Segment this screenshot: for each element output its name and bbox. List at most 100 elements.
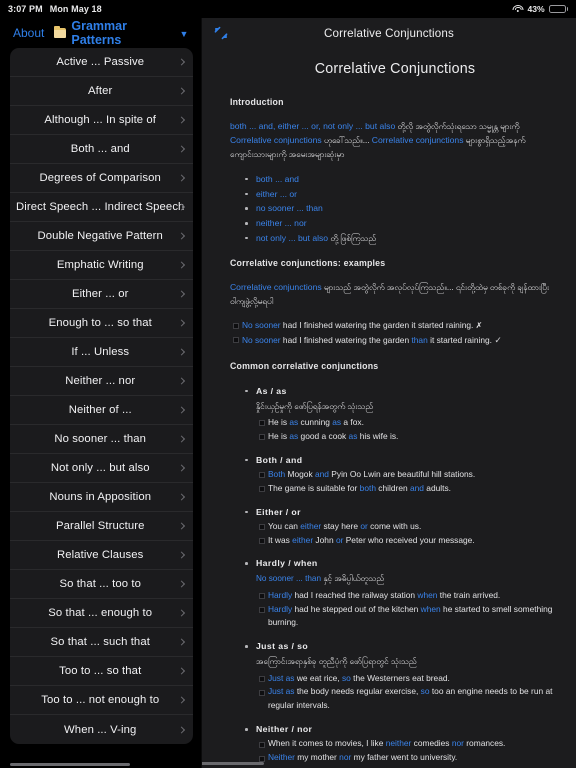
example-text: it started raining. (427, 334, 495, 345)
example-keyword: No sooner (241, 319, 281, 330)
intro-mm-b: ဟုခေါ်သည်။... (321, 135, 372, 145)
conjunction-group-note-keyword: No sooner ... than (255, 574, 322, 584)
conjunction-example-list: Both Mogok and Pyin Oo Lwin are beautifu… (256, 468, 560, 496)
introduction-heading: Introduction (229, 97, 284, 107)
sidebar-item-label: When ... V-ing (64, 723, 137, 736)
conjunction-group: Hardly / when No sooner ... than နှင့် အဓ… (244, 556, 560, 631)
collection-title-button[interactable]: Grammar Patterns ▼ (54, 19, 188, 47)
sidebar-item-label: Neither ... nor (65, 375, 136, 387)
sidebar-item-parallel-structure[interactable]: Parallel Structure (10, 512, 194, 541)
example-text: had I finished watering the garden (280, 334, 412, 345)
example-keyword: Both (267, 468, 286, 479)
conjunction-example-list: Hardly had I reached the railway station… (256, 589, 560, 631)
sidebar-item-label: Double Negative Pattern (37, 230, 163, 242)
battery-percent-label: 43% (527, 4, 545, 14)
introduction-paragraph: both ... and, either ... or, not only ..… (230, 120, 560, 162)
sidebar-item-enough-to-so-that[interactable]: Enough to ... so that (10, 309, 194, 338)
conjunction-group-title: Both / and (255, 454, 303, 465)
examples-blue: Correlative conjunctions (229, 282, 322, 292)
example-keyword: nor (339, 752, 352, 763)
sidebar-item-label: Emphatic Writing (56, 259, 144, 271)
conjunction-group-title: Neither / nor (255, 724, 313, 735)
sidebar-item-degrees-of-comparison[interactable]: Degrees of Comparison (10, 164, 194, 193)
chevron-down-icon: ▼ (179, 28, 189, 39)
example-text: Mogok (285, 468, 315, 479)
example-text: The game is suitable for (267, 482, 360, 493)
sidebar-item-label: Although ... In spite of (44, 114, 157, 126)
conjunction-example: Just as we eat rice, so the Westerners e… (258, 672, 560, 686)
example-keyword: and (409, 482, 424, 493)
sidebar-item-when-v-ing[interactable]: When ... V-ing (10, 715, 193, 744)
sidebar-item-either-or[interactable]: Either ... or (10, 280, 194, 309)
sidebar-horizontal-scrollbar[interactable] (10, 763, 130, 766)
document-scroll-area[interactable]: Correlative Conjunctions Introduction bo… (201, 48, 576, 768)
sidebar-item-not-only-but-also[interactable]: Not only ... but also (10, 454, 194, 483)
conjunction-example: The game is suitable for both children a… (258, 482, 560, 496)
intro-blue-c: Correlative conjunctions (371, 134, 464, 145)
sidebar-item-double-negative-pattern[interactable]: Double Negative Pattern (10, 222, 194, 251)
example-keyword: and (314, 468, 329, 479)
incorrect-mark-icon: ✗ (475, 320, 483, 330)
sidebar-item-label: Both ... and (70, 143, 130, 155)
sidebar-item-direct-speech-indirect-speech[interactable]: Direct Speech ... Indirect Speech (10, 193, 194, 222)
sidebar-item-label: Degrees of Comparison (39, 172, 161, 184)
conjunction-group-title: Either / or (255, 506, 301, 517)
content-pane: Correlative Conjunctions Correlative Con… (201, 18, 576, 768)
example-text: Pyin Oo Lwin are beautiful hill stations… (328, 468, 476, 479)
intro-bullet-item: either ... or (244, 187, 560, 202)
example-keyword: Hardly (267, 589, 293, 600)
content-nav-title: Correlative Conjunctions (324, 26, 454, 40)
sidebar-item-active-passive[interactable]: Active ... Passive (10, 48, 194, 77)
example-sentence: No sooner had I finished watering the ga… (232, 333, 560, 348)
conjunction-group-note-text: နှင့် အဓိပ္ပါယ်တူသည် (321, 574, 385, 584)
conjunction-example: Hardly had I reached the railway station… (258, 589, 560, 603)
collection-title-label: Grammar Patterns (71, 19, 127, 47)
intro-bullet-label: either ... or (255, 188, 298, 199)
intro-bullet-suffix: တို့ဖြစ်ကြသည် (328, 233, 377, 243)
example-text: It was (267, 534, 293, 545)
intro-bullet-item: no sooner ... than (244, 201, 560, 216)
sidebar-item-both-and[interactable]: Both ... and (10, 135, 194, 164)
sidebar-item-relative-clauses[interactable]: Relative Clauses (10, 541, 194, 570)
conjunction-group: As / as နှိုင်းယှဉ်မှုကို ဖော်ပြရန်အတွက် … (244, 384, 560, 444)
sidebar-item-nouns-in-apposition[interactable]: Nouns in Apposition (10, 483, 194, 512)
expand-arrows-icon[interactable] (213, 25, 229, 41)
sidebar-item-label: If ... Unless (71, 346, 130, 358)
conjunction-example: He is as good a cook as his wife is. (258, 430, 560, 444)
sidebar-item-label: So that ... enough to (48, 607, 153, 619)
example-text: Peter who received your message. (343, 534, 475, 545)
sidebar-item-so-that-such-that[interactable]: So that ... such that (10, 628, 194, 657)
sidebar-item-emphatic-writing[interactable]: Emphatic Writing (10, 251, 194, 280)
sidebar-item-label: After (88, 85, 113, 97)
sidebar-item-too-to-so-that[interactable]: Too to ... so that (10, 657, 194, 686)
examples-list: No sooner had I finished watering the ga… (230, 319, 560, 348)
sidebar-item-so-that-enough-to[interactable]: So that ... enough to (10, 599, 194, 628)
example-keyword: Neither (267, 752, 295, 763)
conjunction-example: It was either John or Peter who received… (258, 534, 560, 548)
sidebar-item-so-that-too-to[interactable]: So that ... too to (10, 570, 194, 599)
sidebar-item-no-sooner-than[interactable]: No sooner ... than (10, 425, 194, 454)
sidebar-item-if-unless[interactable]: If ... Unless (10, 338, 194, 367)
sidebar-item-neither-of[interactable]: Neither of ... (10, 396, 194, 425)
sidebar-item-label: Not only ... but also (50, 462, 150, 474)
example-text: comedies (411, 738, 452, 749)
common-heading: Common correlative conjunctions (229, 360, 379, 371)
sidebar-item-although-in-spite-of[interactable]: Although ... In spite of (10, 106, 194, 135)
intro-bullet-label: no sooner ... than (255, 203, 323, 214)
sidebar-item-label: Too to ... so that (59, 665, 142, 677)
sidebar-item-too-to-not-enough-to[interactable]: Too to ... not enough to (10, 686, 194, 715)
sidebar-item-label: No sooner ... than (54, 433, 147, 445)
conjunction-group-title: As / as (255, 385, 287, 396)
intro-bullet-label: neither ... nor (255, 218, 307, 229)
sidebar-item-after[interactable]: After (10, 77, 194, 106)
sidebar-item-neither-nor[interactable]: Neither ... nor (10, 367, 194, 396)
conjunction-example: He is as cunning as a fox. (258, 416, 560, 430)
example-text: the body needs regular exercise, (294, 686, 421, 697)
document-horizontal-scrollbar[interactable] (201, 762, 264, 765)
about-button[interactable]: About (13, 26, 44, 40)
sidebar-scroll-area[interactable]: Active ... Passive After Although ... In s… (0, 48, 201, 768)
conjunction-group-note: နှိုင်းယှဉ်မှုကို ဖော်ပြရန်အတွက် သုံးသည် (256, 400, 560, 414)
sidebar-navbar: About Grammar Patterns ▼ (0, 18, 201, 48)
conjunction-group: Either / or You can either stay here or c… (244, 505, 560, 548)
example-text: romances. (463, 738, 506, 749)
